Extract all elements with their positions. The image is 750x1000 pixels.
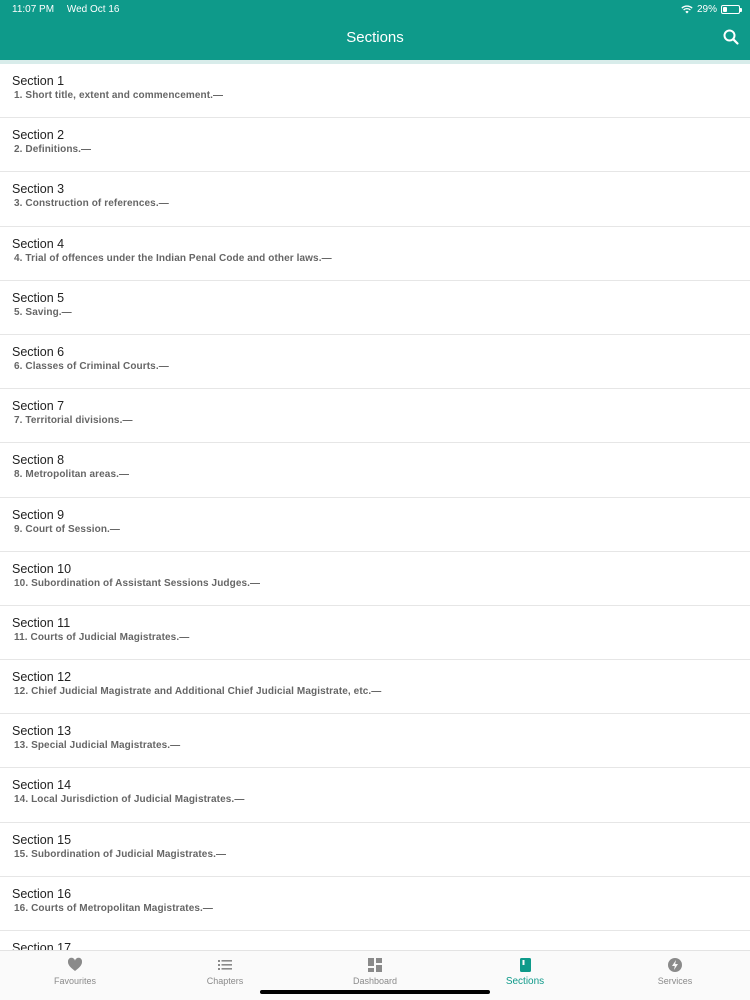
- section-title: Section 5: [12, 290, 65, 305]
- list-item[interactable]: Section 14 14. Local Jurisdiction of Judi…: [0, 768, 750, 823]
- section-subtitle: 3. Construction of references.—: [14, 198, 169, 210]
- section-subtitle: 6. Classes of Criminal Courts.—: [14, 360, 169, 372]
- section-title: Section 3: [12, 182, 65, 197]
- list-item[interactable]: Section 1 1. Short title, extent and comm…: [0, 64, 750, 119]
- list-item[interactable]: Section 5 5. Saving.—: [0, 280, 750, 335]
- section-subtitle: 12. Chief Judicial Magistrate and Additi…: [14, 686, 382, 698]
- section-title: Section 11: [12, 615, 71, 630]
- list-item[interactable]: Section 16 16. Courts of Metropolitan Mag…: [0, 876, 750, 931]
- section-subtitle: 5. Saving.—: [14, 306, 72, 318]
- list-item[interactable]: Section 10 10. Subordination of Assistant…: [0, 551, 750, 606]
- list-item[interactable]: Section 7 7. Territorial divisions.—: [0, 389, 750, 444]
- battery-level: [723, 7, 728, 12]
- section-title: Section 12: [12, 670, 72, 685]
- section-subtitle: 14. Local Jurisdiction of Judicial Magis…: [14, 794, 245, 806]
- battery-icon: [721, 5, 742, 14]
- list-item[interactable]: Section 3 3. Construction of references.—: [0, 172, 750, 227]
- section-subtitle: 7. Territorial divisions.—: [14, 415, 133, 427]
- section-subtitle: 11. Courts of Judicial Magistrates.—: [14, 631, 190, 643]
- section-title: Section 16: [12, 886, 72, 901]
- search-icon[interactable]: [722, 28, 740, 46]
- heart-icon: [67, 957, 83, 971]
- sections-list[interactable]: Section 1 1. Short title, extent and comm…: [0, 60, 750, 950]
- app-header: 11:07 PM Wed Oct 16 29% Sections: [0, 0, 750, 60]
- book-icon: [520, 958, 531, 972]
- status-bar: 11:07 PM Wed Oct 16 29%: [0, 0, 750, 20]
- page-title: Sections: [346, 29, 404, 46]
- section-subtitle: 16. Courts of Metropolitan Magistrates.—: [14, 902, 214, 914]
- list-item[interactable]: Section 15 15. Subordination of Judicial …: [0, 822, 750, 877]
- tab-label: Dashboard: [352, 976, 398, 986]
- section-subtitle: 10. Subordination of Assistant Sessions …: [14, 577, 261, 589]
- section-title: Section 10: [12, 561, 72, 576]
- tab-services[interactable]: Services: [600, 951, 750, 1000]
- list-icon: [218, 960, 232, 970]
- section-title: Section 6: [12, 344, 65, 359]
- tab-label: Services: [657, 976, 693, 986]
- wifi-icon: [681, 5, 693, 14]
- list-item[interactable]: Section 13 13. Special Judicial Magistrat…: [0, 714, 750, 769]
- section-subtitle: 9. Court of Session.—: [14, 523, 121, 535]
- section-title: Section 7: [12, 399, 65, 414]
- section-title: Section 4: [12, 236, 65, 251]
- list-item[interactable]: Section 11 11. Courts of Judicial Magistr…: [0, 605, 750, 661]
- status-date: Wed Oct 16: [66, 4, 120, 15]
- list-item[interactable]: Section 4 4. Trial of offences under the …: [0, 226, 750, 281]
- home-indicator: [260, 990, 490, 994]
- section-subtitle: 8. Metropolitan areas.—: [14, 469, 130, 481]
- dashboard-icon: [368, 958, 382, 972]
- section-subtitle: 4. Trial of offences under the Indian Pe…: [14, 252, 332, 264]
- list-item[interactable]: Section 8 8. Metropolitan areas.—: [0, 443, 750, 498]
- section-subtitle: 13. Special Judicial Magistrates.—: [14, 740, 181, 752]
- section-title: Section 1: [12, 74, 65, 88]
- battery-percent: 29%: [696, 4, 717, 15]
- section-subtitle: 2. Definitions.—: [14, 144, 92, 156]
- tab-favourites[interactable]: Favourites: [0, 951, 150, 1000]
- list-item[interactable]: Section 9 9. Court of Session.—: [0, 497, 750, 552]
- list-item[interactable]: Section 12 12. Chief Judicial Magistrate …: [0, 660, 750, 715]
- section-title: Section 8: [12, 453, 65, 468]
- list-item[interactable]: Section 17: [0, 931, 750, 950]
- section-subtitle: 15. Subordination of Judicial Magistrate…: [14, 848, 227, 860]
- tab-label: Chapters: [206, 976, 244, 986]
- tab-label: Favourites: [53, 976, 97, 986]
- section-title: Section 17: [12, 941, 72, 950]
- tab-label: Sections: [505, 976, 545, 987]
- list-item[interactable]: Section 6 6. Classes of Criminal Courts.—: [0, 334, 750, 390]
- section-title: Section 14: [12, 778, 72, 793]
- section-subtitle: 1. Short title, extent and commencement.…: [14, 90, 224, 101]
- status-time: 11:07 PM: [12, 4, 55, 15]
- list-item[interactable]: Section 2 2. Definitions.—: [0, 118, 750, 173]
- section-title: Section 15: [12, 832, 72, 847]
- section-title: Section 13: [12, 724, 72, 739]
- bolt-icon: [668, 958, 682, 972]
- section-title: Section 2: [12, 128, 65, 143]
- section-title: Section 9: [12, 507, 65, 522]
